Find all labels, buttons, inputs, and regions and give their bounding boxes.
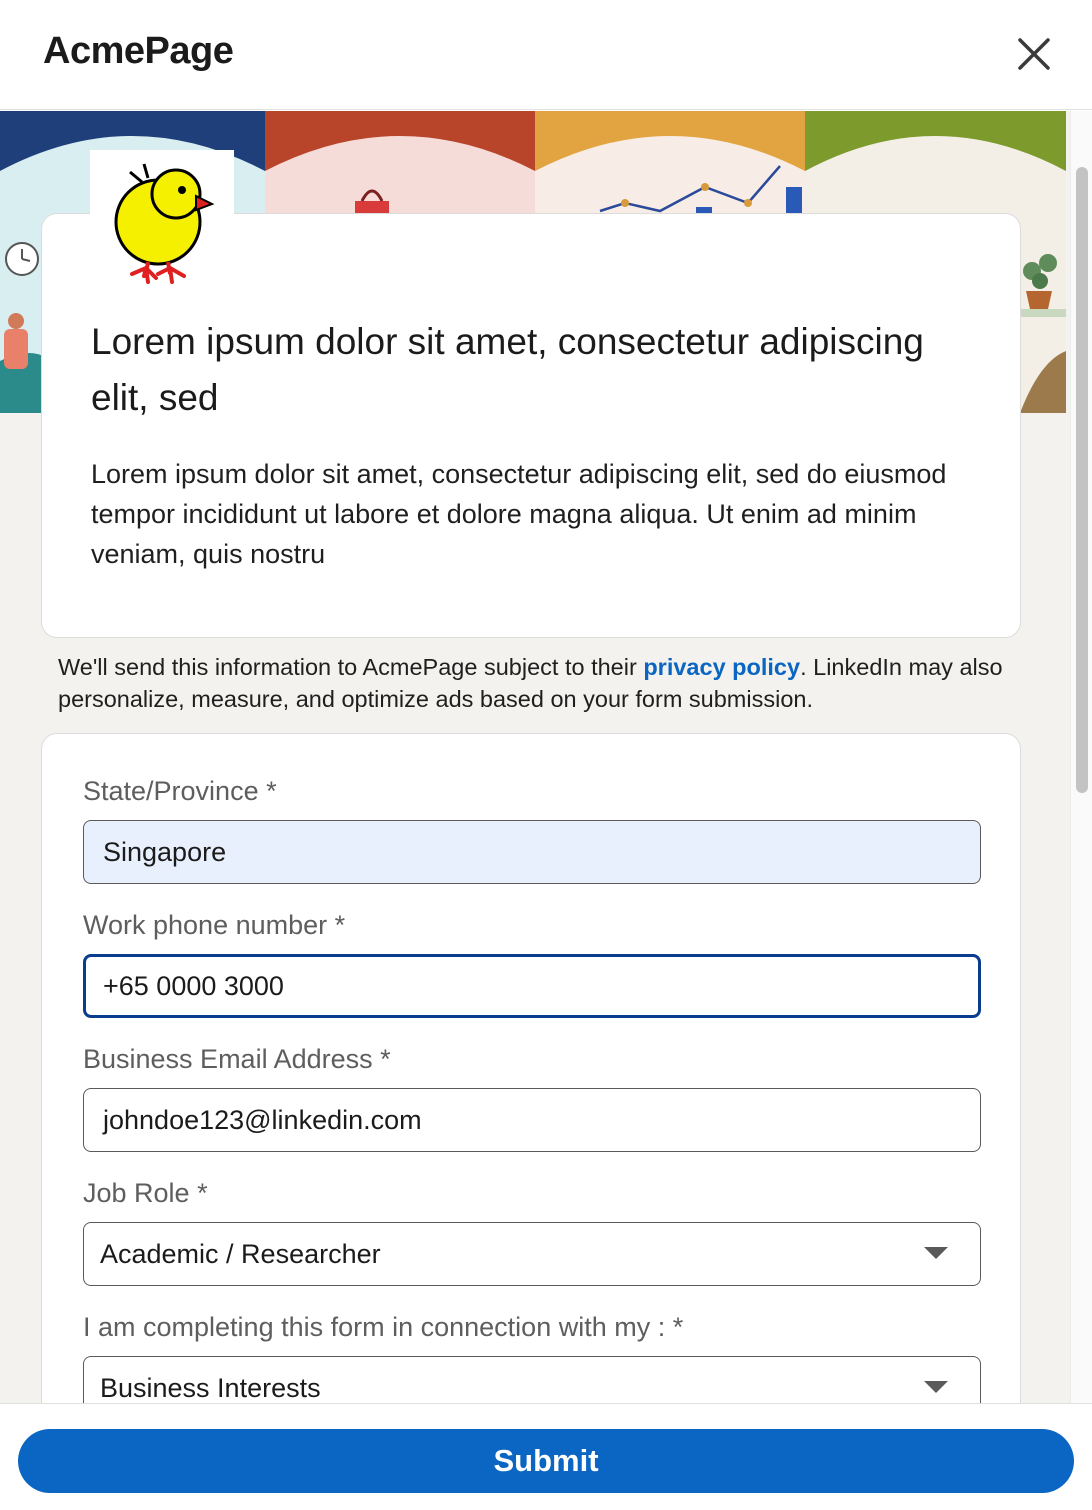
connection-reason-select[interactable]: Business Interests	[83, 1356, 981, 1403]
job-role-label: Job Role *	[83, 1178, 208, 1208]
notice-text-start: We'll send this information to AcmePage …	[58, 654, 644, 680]
connection-reason-label: I am completing this form in connection …	[83, 1312, 684, 1342]
work-phone-input[interactable]: +65 0000 3000	[83, 954, 981, 1018]
business-email-input[interactable]: johndoe123@linkedin.com	[83, 1088, 981, 1152]
form-scroll-area[interactable]: Lorem ipsum dolor sit amet, consectetur …	[0, 111, 1092, 1403]
app-title: AcmePage	[43, 30, 234, 72]
job-role-value: Academic / Researcher	[100, 1238, 381, 1269]
connection-reason-value: Business Interests	[100, 1372, 321, 1403]
lead-form: State/Province * Singapore Work phone nu…	[41, 733, 1021, 1403]
privacy-policy-link[interactable]: privacy policy	[643, 654, 800, 680]
card-title: Lorem ipsum dolor sit amet, consectetur …	[91, 321, 924, 418]
work-phone-label: Work phone number *	[83, 910, 346, 940]
job-role-select[interactable]: Academic / Researcher	[83, 1222, 981, 1286]
submit-button[interactable]: Submit	[18, 1429, 1074, 1493]
chick-logo-icon	[114, 163, 215, 284]
chevron-down-icon	[924, 1247, 948, 1259]
modal-footer: Submit	[0, 1403, 1092, 1510]
company-logo	[90, 150, 234, 288]
business-email-label: Business Email Address *	[83, 1044, 391, 1074]
close-button[interactable]	[1010, 30, 1058, 78]
scrollbar[interactable]	[1070, 111, 1092, 1403]
state-province-input[interactable]: Singapore	[83, 820, 981, 884]
modal-header: AcmePage	[0, 0, 1092, 110]
state-province-label: State/Province *	[83, 776, 277, 806]
privacy-notice: We'll send this information to AcmePage …	[58, 651, 1018, 715]
scrollbar-thumb[interactable]	[1076, 167, 1088, 793]
card-description: Lorem ipsum dolor sit amet, consectetur …	[91, 459, 947, 569]
close-icon	[1018, 38, 1050, 70]
chevron-down-icon	[924, 1381, 948, 1393]
